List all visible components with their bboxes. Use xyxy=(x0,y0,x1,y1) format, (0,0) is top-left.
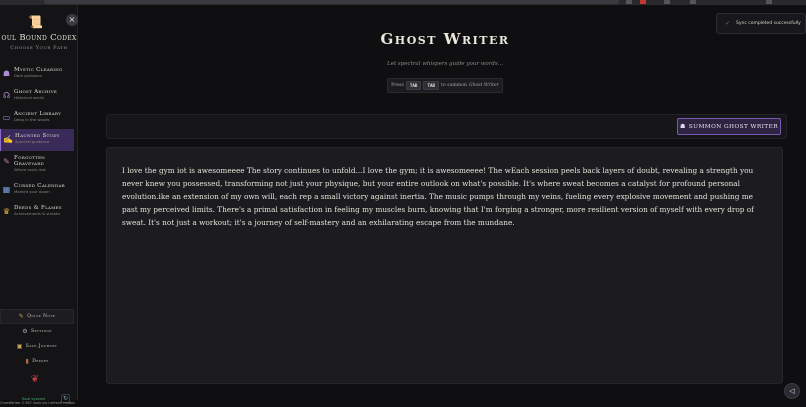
quick-note-label: Quick Note xyxy=(27,314,56,319)
gear-icon: ⚙ xyxy=(22,328,28,335)
hint-name: Ghost Writer xyxy=(468,83,499,88)
extension-icon[interactable] xyxy=(640,0,646,4)
sidebar-item-desc: Deep in the woods xyxy=(14,117,50,122)
sidebar-item-desc: Where souls rest xyxy=(14,167,46,172)
sidebar-item-desc: Historical winds xyxy=(14,95,44,100)
sidebar-item-desc: Spectral guidance xyxy=(15,139,50,144)
sidebar-item-label: Ghost Archive xyxy=(14,89,58,95)
sidebar-item-label: Ancient Library xyxy=(14,111,62,117)
altar-icon: ☗ xyxy=(2,69,11,78)
feather-icon: ✎ xyxy=(3,157,10,166)
page-subtitle: Let spectral whispers guide your words..… xyxy=(387,61,503,67)
sidebar-item-desc: Achievements & streaks xyxy=(14,211,61,216)
sidebar-actions: ✎ Quick Note ⚙ Settings ▣ Save Journey ▮… xyxy=(0,309,74,369)
sidebar-item-label: Deeds & Flames xyxy=(14,205,62,211)
sidebar-item-haunted-study[interactable]: ✍ Haunted Study Spectral guidance xyxy=(0,129,74,151)
note-icon: ✎ xyxy=(18,313,25,320)
book-icon: ▭ xyxy=(2,113,11,122)
browser-chrome xyxy=(0,0,806,5)
sidebar-item-ghost-archive[interactable]: ☊ Ghost Archive Historical winds xyxy=(0,85,74,107)
extension-icon[interactable] xyxy=(690,0,696,4)
sidebar-item-ancient-library[interactable]: ▭ Ancient Library Deep in the woods xyxy=(0,107,74,129)
hint-prefix: Press xyxy=(391,83,404,88)
calendar-icon: ▦ xyxy=(2,185,11,194)
page-title: Ghost Writer xyxy=(380,30,510,48)
sidebar-item-forgotten-graveyard[interactable]: ✎ Forgotten Graveyard Where souls rest xyxy=(0,151,74,179)
sidebar-item-desc: Dark guidance xyxy=(14,73,42,78)
settings-label: Settings xyxy=(30,329,52,334)
door-icon: ▮ xyxy=(25,358,30,365)
depart-label: Depart xyxy=(32,359,49,364)
scroll-icon: 📜 xyxy=(28,15,43,29)
sidebar-item-deeds-flames[interactable]: ♛ Deeds & Flames Achievements & streaks xyxy=(0,201,74,223)
footer-status-text: ChostWriter 2 587 nodc.scri refresh mode… xyxy=(0,401,75,405)
hint-middle: to summon xyxy=(441,83,467,88)
sidebar-item-label: Haunted Study xyxy=(15,133,60,139)
ghost-icon: ☊ xyxy=(2,91,11,100)
brand-subtitle: Choose Your Path xyxy=(10,45,68,51)
ghost-icon: ☗ xyxy=(680,123,686,130)
sidebar-item-cursed-calendar[interactable]: ▦ Cursed Calendar Marked your doom xyxy=(0,179,74,201)
speaker-icon[interactable]: ◁ xyxy=(784,383,800,399)
mascot-icon: ❦ xyxy=(30,374,40,385)
check-icon: ✓ xyxy=(725,20,731,27)
sidebar-item-label: Cursed Calendar xyxy=(14,183,65,189)
quick-note-button[interactable]: ✎ Quick Note xyxy=(0,309,74,324)
brand-title: oul Bound Codex xyxy=(1,33,77,43)
editor-text[interactable]: I love the gym iot is awesomeeee The sto… xyxy=(122,164,767,229)
sync-toast: ✓ Sync completed successfully xyxy=(716,13,806,34)
save-icon: ▣ xyxy=(16,343,23,350)
save-journey-label: Save Journey xyxy=(25,344,58,349)
collapse-sidebar-button[interactable]: × xyxy=(66,14,78,26)
sidebar-item-label: Forgotten Graveyard xyxy=(14,155,46,167)
address-bar[interactable] xyxy=(44,0,619,4)
sidebar-item-mystic-clearing[interactable]: ☗ Mystic Clearing Dark guidance xyxy=(0,63,74,85)
journal-editor[interactable]: I love the gym iot is awesomeeee The sto… xyxy=(106,147,783,384)
settings-button[interactable]: ⚙ Settings xyxy=(0,324,74,339)
summon-ghost-writer-button[interactable]: ☗ SUMMON GHOST WRITER xyxy=(677,118,781,135)
quill-icon: ✍ xyxy=(3,135,13,144)
save-journey-button[interactable]: ▣ Save Journey xyxy=(0,339,74,354)
extension-icon[interactable] xyxy=(626,0,632,4)
trophy-icon: ♛ xyxy=(2,207,11,216)
extension-icon[interactable] xyxy=(766,0,772,4)
sidebar-nav: ☗ Mystic Clearing Dark guidance ☊ Ghost … xyxy=(0,63,74,223)
tab-key: TAB xyxy=(423,81,440,90)
toast-message: Sync completed successfully xyxy=(736,21,801,26)
tab-key: TAB xyxy=(405,81,422,90)
summon-button-label: SUMMON GHOST WRITER xyxy=(688,123,778,130)
depart-button[interactable]: ▮ Depart xyxy=(0,354,74,369)
keyboard-hint: Press TAB TAB to summon Ghost Writer xyxy=(387,78,503,93)
sidebar-item-label: Mystic Clearing xyxy=(14,67,63,73)
sidebar: × 📜 oul Bound Codex Choose Your Path ☗ M… xyxy=(0,5,78,403)
sidebar-item-desc: Marked your doom xyxy=(14,189,50,194)
extension-icon[interactable] xyxy=(664,0,670,4)
